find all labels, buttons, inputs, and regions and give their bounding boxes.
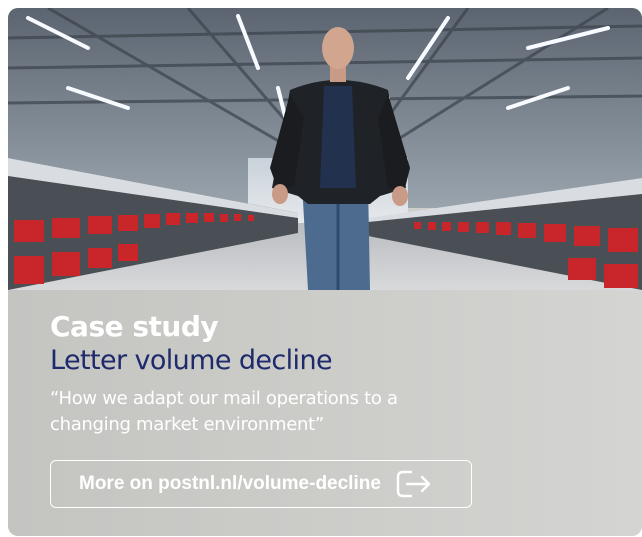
card-title[interactable]: Letter volume decline bbox=[50, 344, 622, 378]
more-info-button-label: More on postnl.nl/volume-decline bbox=[79, 473, 381, 494]
eyebrow-label: Case study bbox=[50, 310, 219, 343]
external-link-arrow-icon bbox=[395, 469, 433, 499]
hero-photo bbox=[8, 8, 642, 290]
card-content: Case study Letter volume decline “How we… bbox=[50, 310, 622, 438]
case-study-card[interactable]: Case study Letter volume decline “How we… bbox=[8, 8, 642, 536]
more-info-button[interactable]: More on postnl.nl/volume-decline bbox=[50, 460, 472, 508]
card-quote: “How we adapt our mail operations to a c… bbox=[50, 388, 398, 435]
